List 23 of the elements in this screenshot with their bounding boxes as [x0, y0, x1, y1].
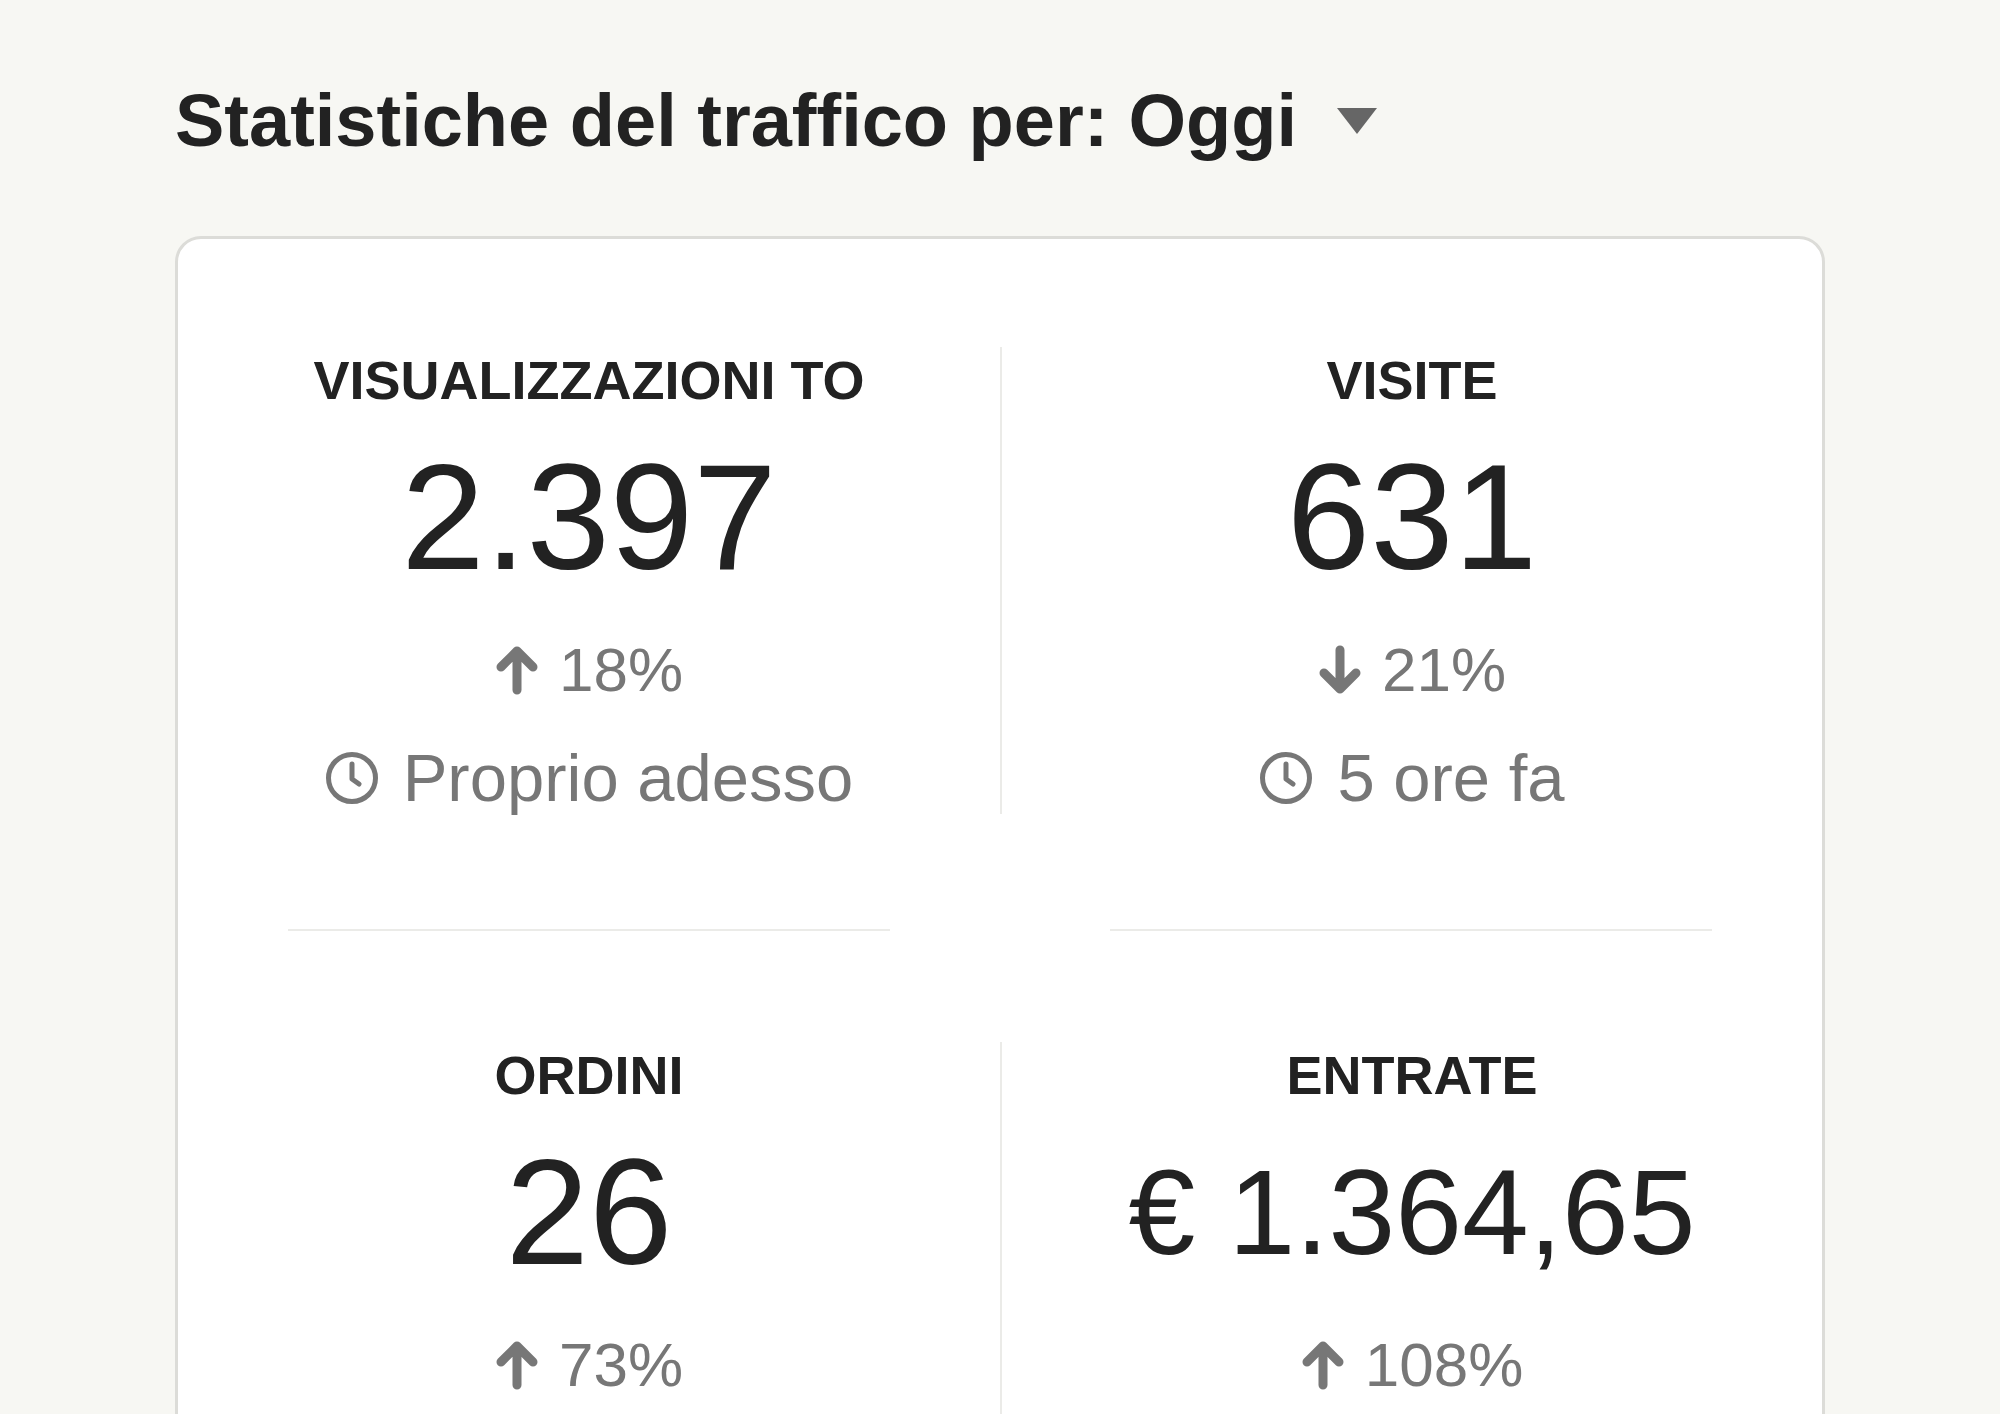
- change-percent: 18%: [558, 634, 684, 706]
- change-percent: 21%: [1381, 634, 1507, 706]
- stat-label: ENTRATE: [1286, 1044, 1538, 1107]
- stat-value: € 1.364,65: [1128, 1144, 1696, 1281]
- period-dropdown[interactable]: Oggi: [1128, 79, 1377, 163]
- stat-value: 26: [505, 1137, 673, 1287]
- stat-label: ORDINI: [494, 1044, 684, 1107]
- caret-down-icon: [1336, 108, 1377, 134]
- stat-value: 631: [1286, 442, 1538, 592]
- arrow-up-icon: [494, 1340, 539, 1390]
- arrow-down-icon: [1317, 645, 1362, 695]
- arrow-up-icon: [494, 645, 539, 695]
- updated-time: 5 ore fa: [1337, 742, 1565, 814]
- clock-icon: [1259, 751, 1314, 805]
- page-title: Statistiche del traffico per:: [175, 79, 1109, 163]
- stat-label: VISUALIZZAZIONI TO: [313, 349, 865, 412]
- stat-value: 2.397: [401, 442, 777, 592]
- clock-icon: [324, 751, 379, 805]
- stat-label: VISITE: [1326, 349, 1498, 412]
- arrow-up-icon: [1300, 1340, 1345, 1390]
- change-percent: 108%: [1364, 1329, 1524, 1401]
- change-percent: 73%: [558, 1329, 684, 1401]
- updated-time: Proprio adesso: [402, 742, 854, 814]
